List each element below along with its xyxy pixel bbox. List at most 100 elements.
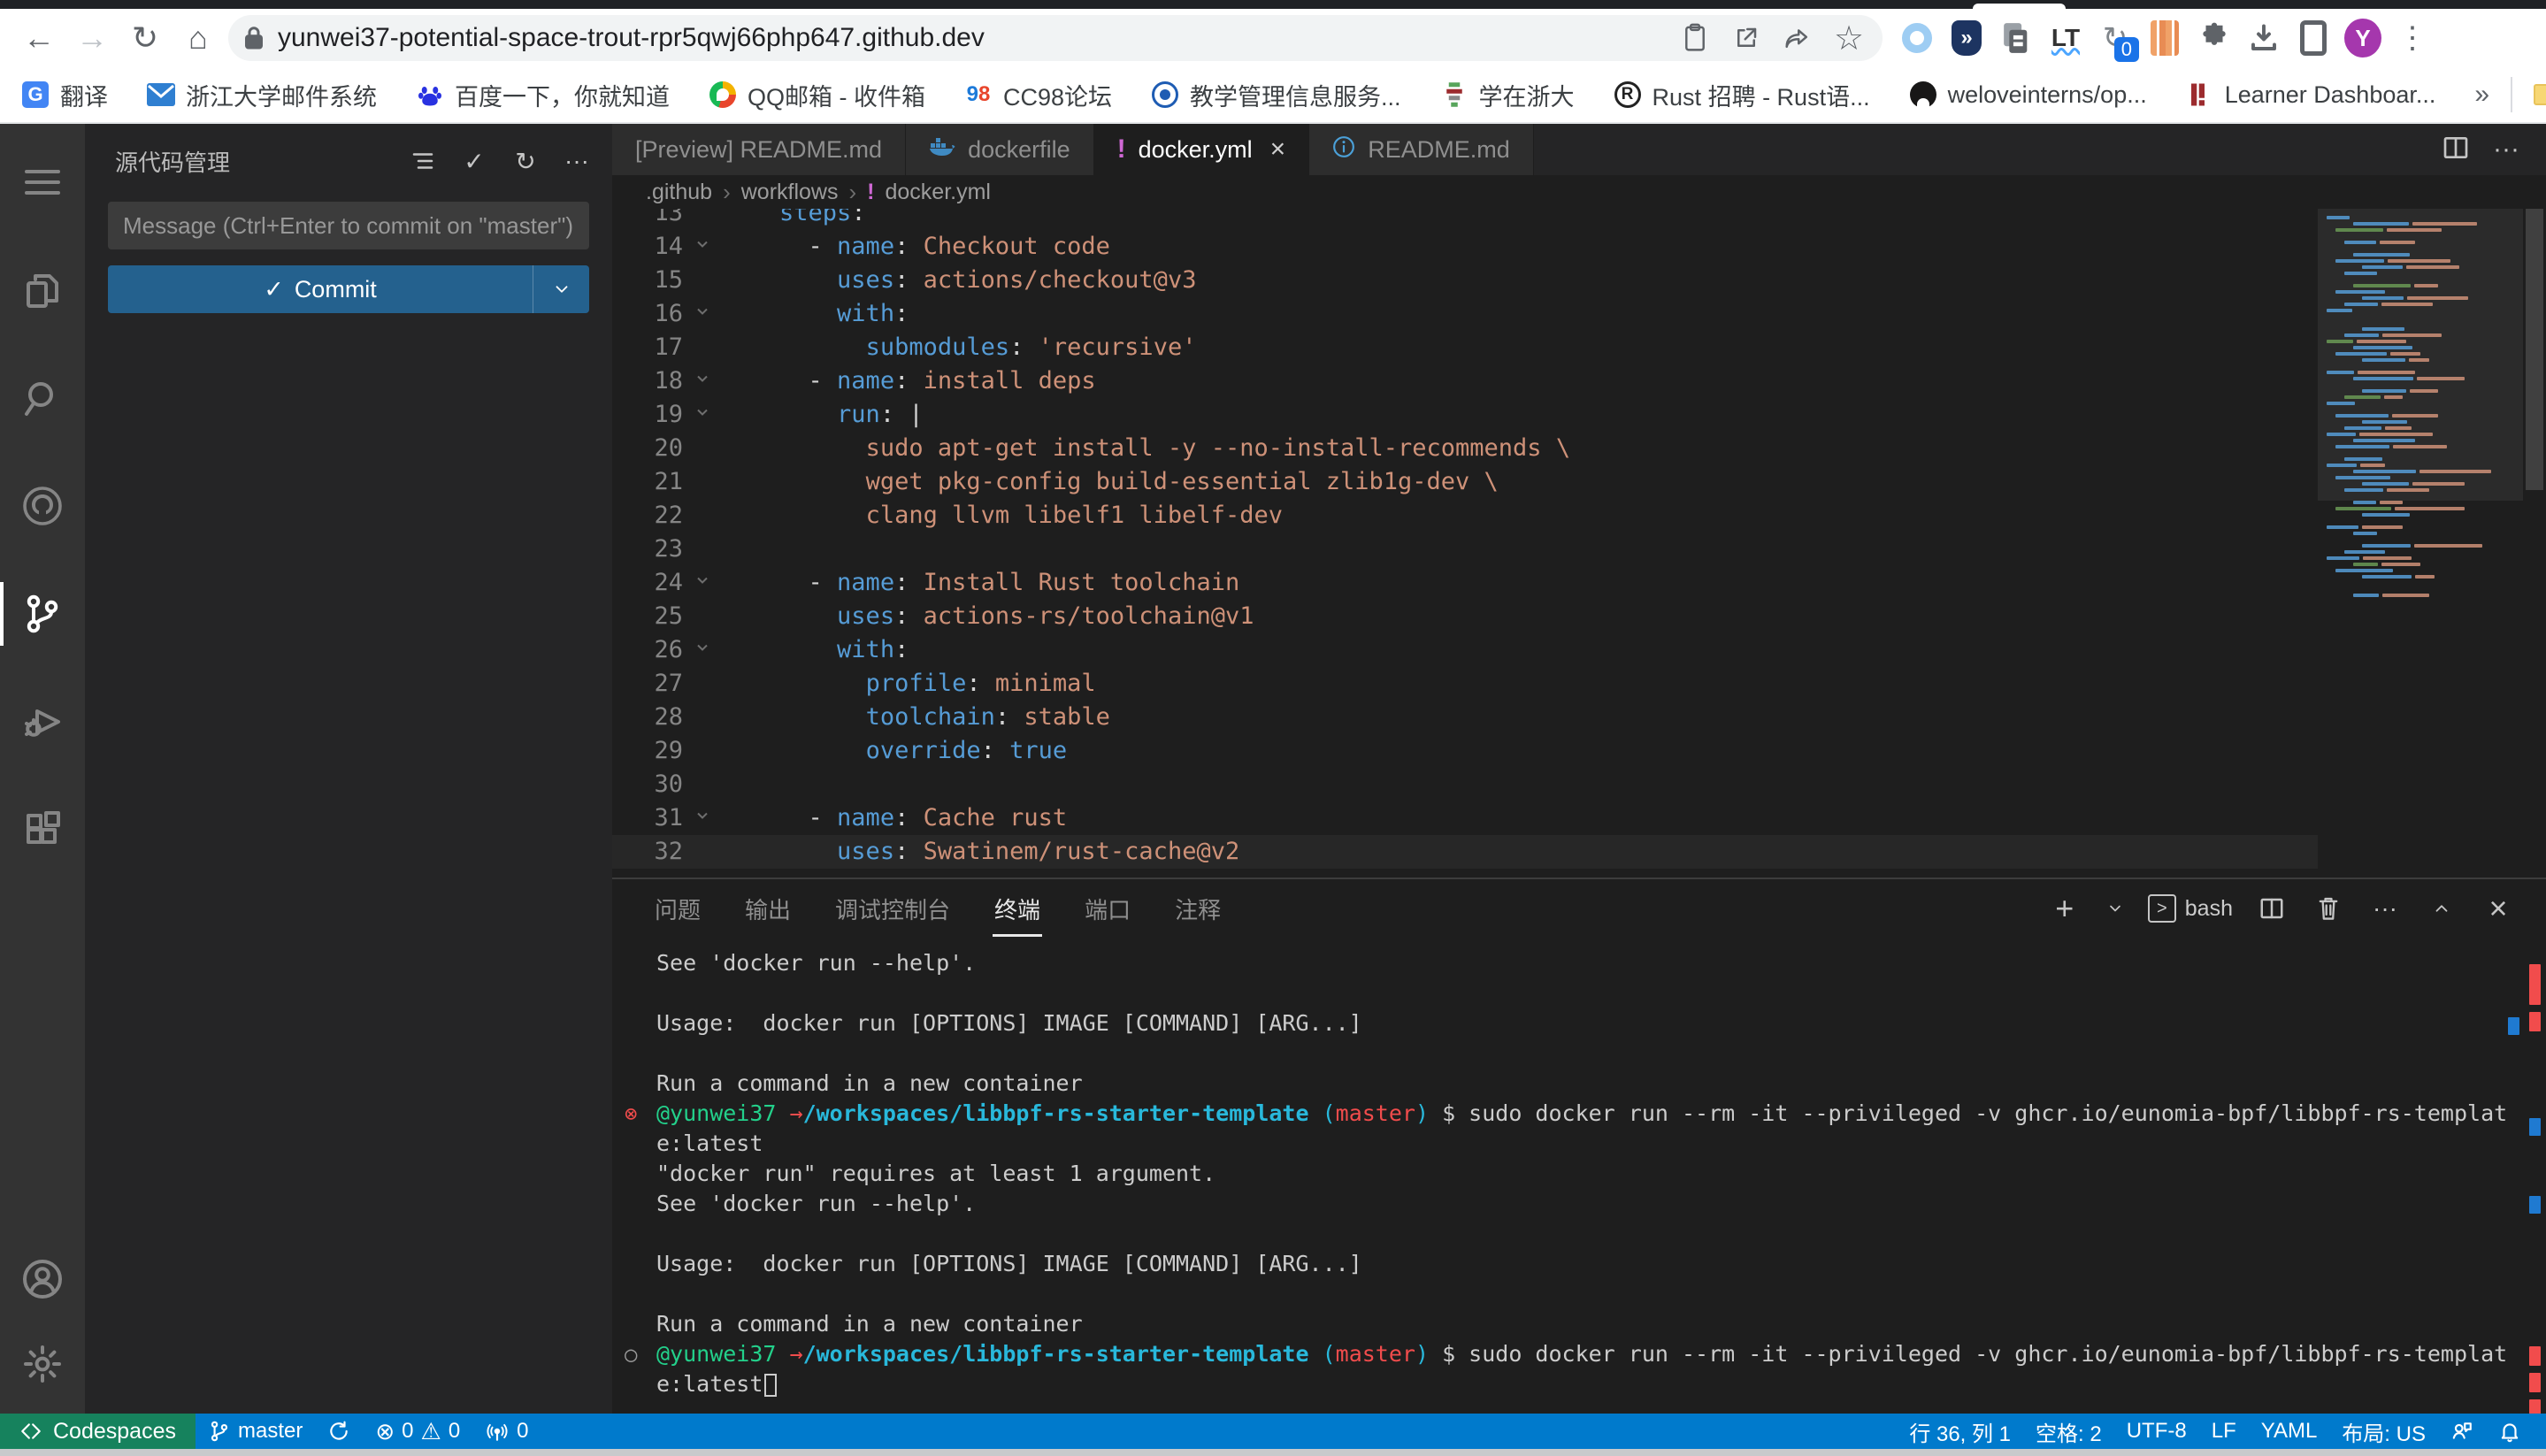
sync-changes-button[interactable] [315,1414,363,1449]
commit-button-label: Commit [295,276,377,303]
share-icon[interactable] [1778,19,1817,57]
minimap[interactable] [2318,209,2523,877]
extension-languagetool-icon[interactable]: LT [2047,19,2084,57]
url-text[interactable]: yunwei37-potential-space-trout-rpr5qwj66… [278,23,1663,53]
editor-tab[interactable]: !docker.yml× [1094,124,1310,175]
editor-tab[interactable]: dockerfile [906,124,1094,175]
new-terminal-icon[interactable]: + [2047,891,2082,926]
commit-message-input[interactable] [108,202,589,249]
breadcrumb[interactable]: .github › workflows › ! docker.yml [612,175,2546,209]
accounts-icon[interactable] [0,1237,85,1322]
shell-selector[interactable]: > bash [2148,894,2233,923]
bookmark-item[interactable]: 学在浙大 [1440,78,1575,112]
other-bookmarks-button[interactable]: 其他书签 [2534,78,2546,112]
editor-scrollbar[interactable] [2523,209,2546,877]
fold-chevron-icon[interactable] [683,801,722,835]
minimap-line [2327,519,2514,523]
explorer-icon[interactable] [0,248,85,333]
terminal-line: Run a command in a new container [625,1069,2546,1099]
kill-terminal-icon[interactable] [2311,891,2346,926]
bookmark-item[interactable]: 98CC98论坛 [964,78,1112,112]
bookmarks-divider [2511,77,2512,112]
back-icon[interactable]: ← [16,15,62,61]
reload-icon[interactable]: ↻ [122,15,168,61]
split-editor-icon[interactable] [2442,134,2470,166]
tab-close-icon[interactable]: × [1270,134,1286,165]
run-debug-icon[interactable] [0,679,85,764]
commit-button[interactable]: ✓ Commit [108,265,589,313]
bookmarks-overflow-icon[interactable]: » [2474,80,2489,110]
source-control-icon[interactable] [0,571,85,656]
panel-tab[interactable]: 终端 [993,880,1042,937]
commit-dropdown-icon[interactable] [533,265,589,313]
branch-indicator[interactable]: master [196,1414,315,1449]
editor-more-actions-icon[interactable]: ··· [2493,134,2519,165]
open-in-new-icon[interactable] [1727,19,1766,57]
sync-badge: 0 [2114,37,2139,62]
extension-puzzle-icon[interactable] [2196,19,2233,57]
fold-chevron-icon[interactable] [683,633,722,667]
search-icon[interactable] [0,356,85,441]
split-terminal-icon[interactable] [2254,891,2289,926]
bookmark-item[interactable]: 浙江大学邮件系统 [147,78,377,112]
clipboard-icon[interactable] [1676,19,1714,57]
fold-chevron-icon[interactable] [683,230,722,264]
bookmark-item[interactable]: Learner Dashboar... [2186,80,2436,109]
commit-check-icon[interactable]: ✓ [456,143,492,179]
fold-chevron-icon[interactable] [683,398,722,432]
panel-tab[interactable]: 调试控制台 [833,880,952,937]
editor-tab[interactable]: README.md [1309,124,1534,175]
language-mode[interactable]: YAML [2249,1414,2330,1449]
reading-list-icon[interactable] [2295,19,2332,57]
refresh-icon[interactable]: ↻ [508,143,543,179]
problems-indicator[interactable]: ⊗ 0 ⚠ 0 [363,1414,472,1449]
browser-menu-icon[interactable]: ⋮ [2394,19,2431,57]
extension-sync-icon[interactable]: ↻ 0 [2097,19,2134,57]
bookmark-item[interactable]: RRust 招聘 - Rust语... [1614,78,1870,112]
address-bar[interactable]: yunwei37-potential-space-trout-rpr5qwj66… [228,15,1883,61]
bookmark-item[interactable]: G翻译 [21,78,108,112]
forward-icon[interactable]: → [69,15,115,61]
home-icon[interactable]: ⌂ [175,15,221,61]
bookmark-item[interactable]: QQ邮箱 - 收件箱 [709,78,925,112]
fold-chevron-icon[interactable] [683,364,722,398]
notifications-bell-icon[interactable] [2486,1414,2534,1449]
ports-indicator[interactable]: 0 [472,1414,541,1449]
bookmark-item[interactable]: weloveinterns/op... [1909,80,2147,109]
editor-tab[interactable]: [Preview] README.md [612,124,906,175]
extension-ring-icon[interactable] [1898,19,1936,57]
cursor-position[interactable]: 行 36, 列 1 [1897,1414,2023,1449]
bookmark-star-icon[interactable]: ☆ [1829,19,1868,57]
panel-more-icon[interactable]: ··· [2367,891,2403,926]
settings-gear-icon[interactable] [0,1322,85,1406]
panel-tab[interactable]: 输出 [743,880,793,937]
github-icon[interactable] [0,464,85,548]
maximize-panel-icon[interactable] [2424,891,2459,926]
extension-copy-icon[interactable] [1998,19,2035,57]
close-panel-icon[interactable]: × [2481,891,2516,926]
keyboard-layout[interactable]: 布局: US [2329,1414,2438,1449]
feedback-icon[interactable] [2438,1414,2486,1449]
more-actions-icon[interactable]: ··· [559,143,594,179]
terminal[interactable]: See 'docker run --help'.Usage: docker ru… [612,938,2546,1414]
indentation[interactable]: 空格: 2 [2023,1414,2114,1449]
eol-selector[interactable]: LF [2199,1414,2249,1449]
extensions-icon[interactable] [0,787,85,872]
code-editor[interactable]: 13 steps:14 - name: Checkout code15 uses… [612,209,2546,877]
view-as-tree-icon[interactable] [405,143,441,179]
extension-ammo-icon[interactable] [2146,19,2183,57]
menu-icon[interactable] [0,140,85,225]
terminal-dropdown-icon[interactable] [2104,891,2127,926]
fold-chevron-icon[interactable] [683,297,722,331]
encoding[interactable]: UTF-8 [2114,1414,2199,1449]
bookmark-item[interactable]: 百度一下，你就知道 [416,78,670,112]
remote-indicator[interactable]: Codespaces [0,1414,196,1449]
panel-tab[interactable]: 问题 [653,880,702,937]
panel-tab[interactable]: 端口 [1083,880,1132,937]
profile-avatar[interactable]: Y [2344,19,2381,57]
bookmark-item[interactable]: 教学管理信息服务... [1151,78,1401,112]
downloads-icon[interactable] [2245,19,2282,57]
fold-chevron-icon[interactable] [683,566,722,600]
extension-shield-icon[interactable]: » [1948,19,1985,57]
panel-tab[interactable]: 注释 [1173,880,1223,937]
